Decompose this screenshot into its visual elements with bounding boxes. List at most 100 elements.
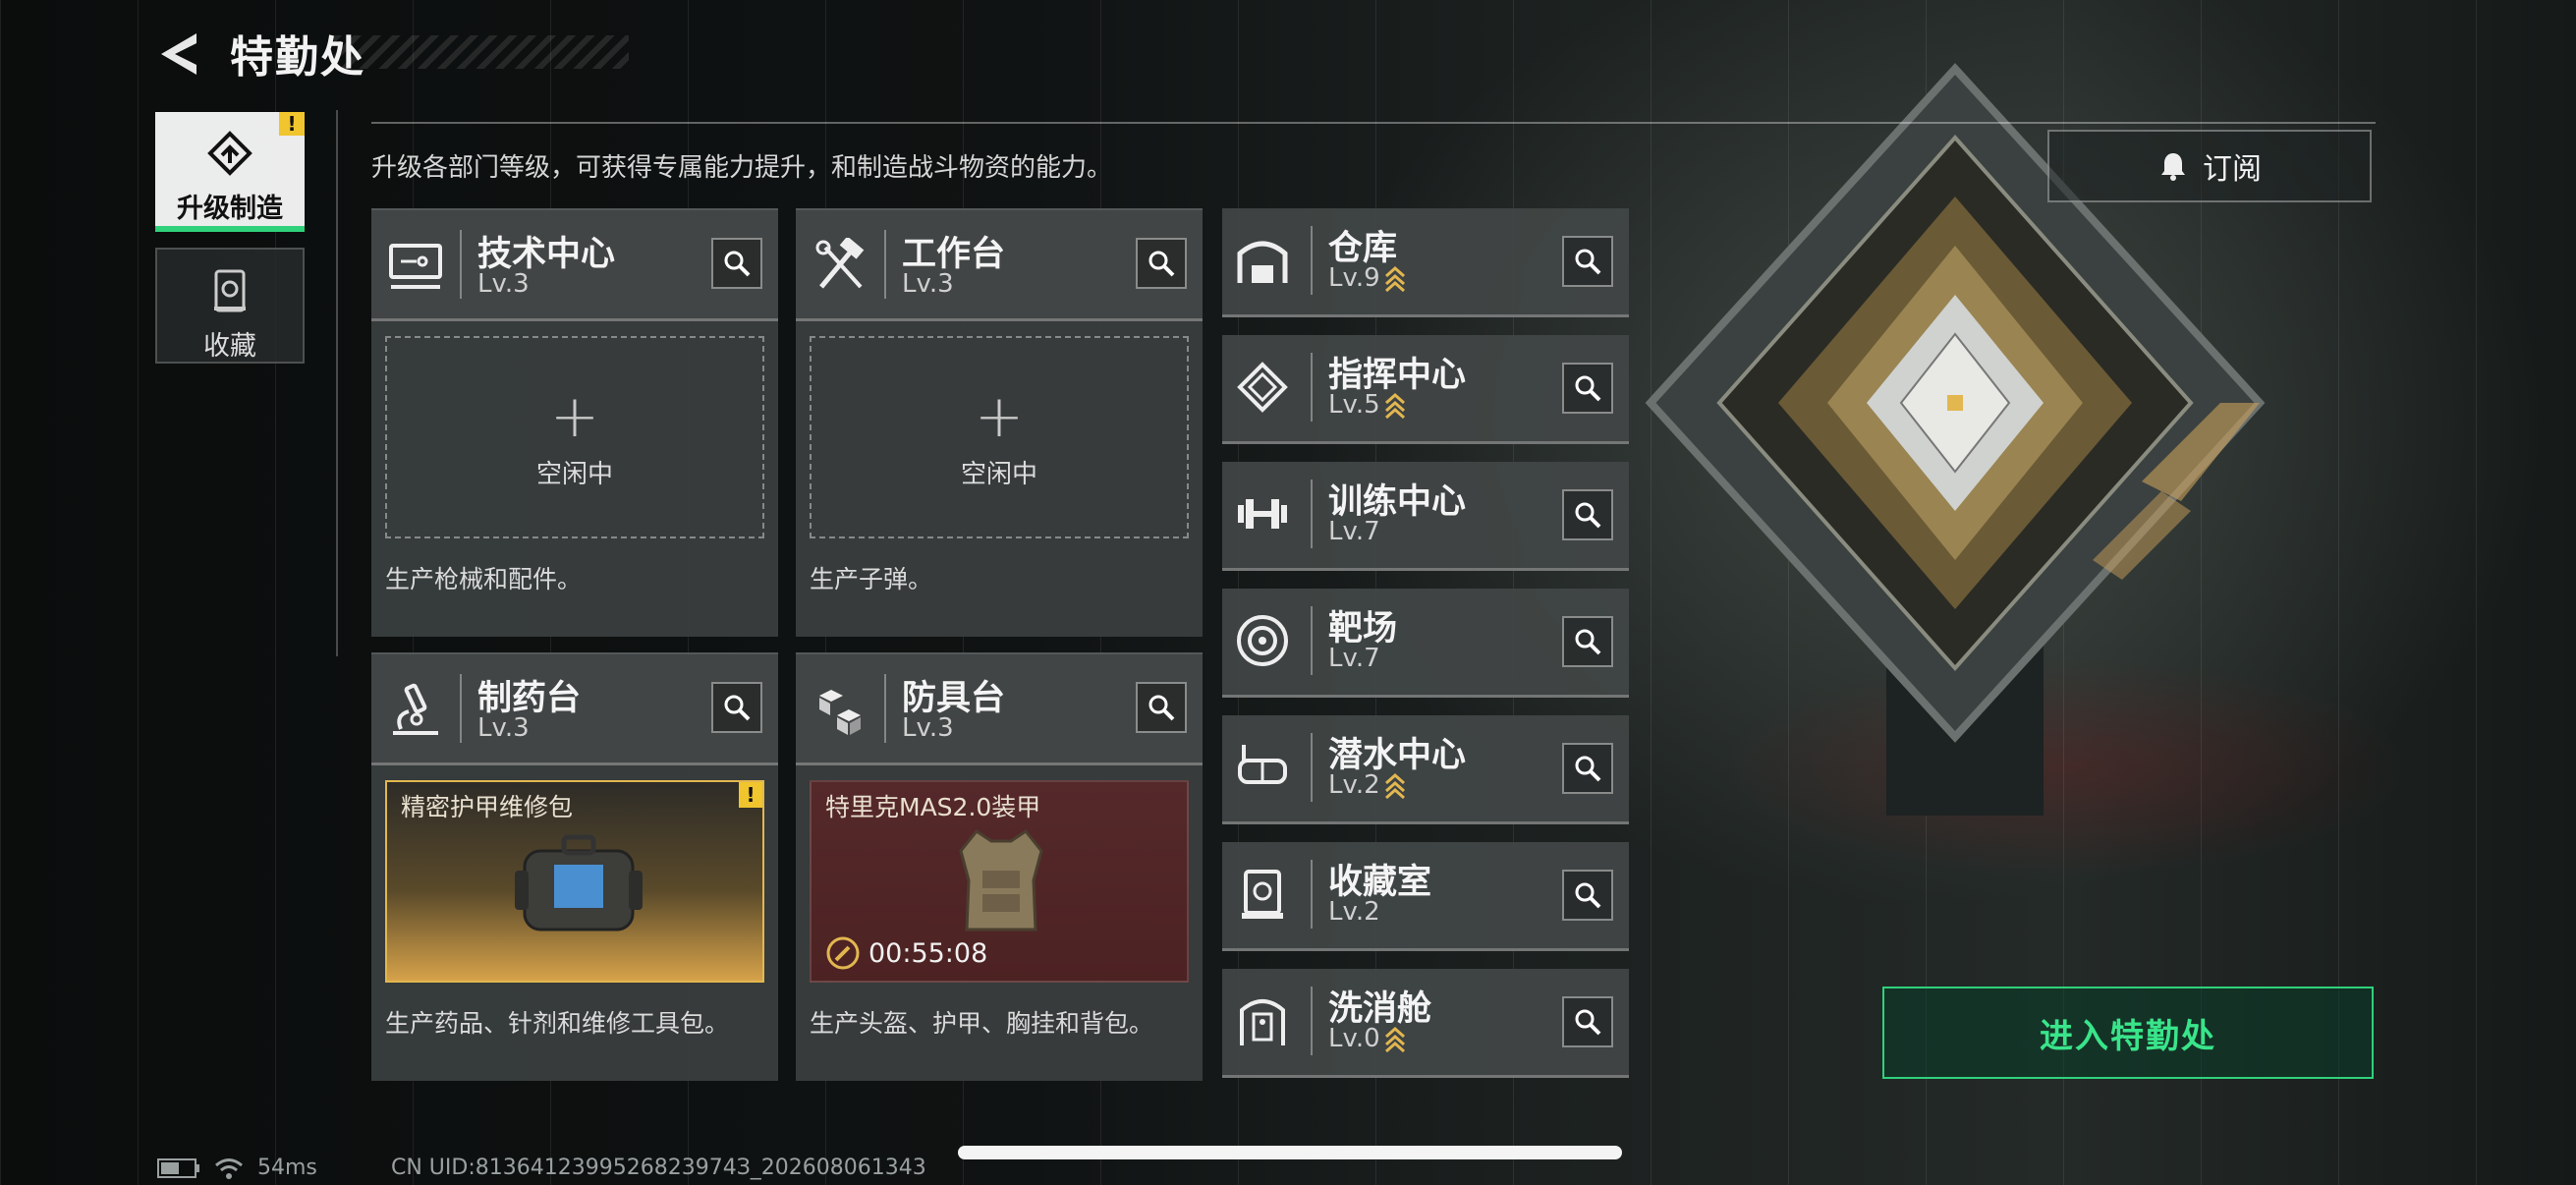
page-description: 升级各部门等级，可获得专属能力提升，和制造战斗物资的能力。 <box>371 153 1113 183</box>
separator <box>1311 606 1313 675</box>
station-workbench[interactable]: 工作台 Lv.3 + 空闲中 生产子弹。 <box>796 208 1203 637</box>
search-icon <box>1575 249 1601 275</box>
upgrade-arrow-icon <box>1384 772 1405 799</box>
level-text: Lv.5 <box>1328 390 1380 420</box>
search-button[interactable] <box>1562 870 1613 921</box>
search-button[interactable] <box>1562 236 1613 287</box>
slot-status: 空闲中 <box>960 460 1037 489</box>
department-shooting-range[interactable]: 靶场 Lv.7 <box>1222 589 1629 698</box>
target-icon <box>1237 615 1288 666</box>
level-text: Lv.9 <box>1328 263 1380 293</box>
department-level: Lv.5 <box>1328 390 1406 420</box>
item-name: 精密护甲维修包 <box>401 793 574 821</box>
network-status: 54ms <box>157 1156 317 1180</box>
slot-status: 空闲中 <box>535 460 613 489</box>
station-header: 技术中心 Lv.3 <box>371 210 778 321</box>
home-indicator[interactable] <box>958 1146 1622 1159</box>
station-level: Lv.3 <box>477 713 530 743</box>
timer-text: 00:55:08 <box>868 937 988 969</box>
station-description: 生产枪械和配件。 <box>385 565 583 593</box>
station-description: 生产药品、针剂和维修工具包。 <box>385 1009 730 1038</box>
title-decoration <box>334 35 629 69</box>
search-button[interactable] <box>1136 238 1187 289</box>
search-button[interactable] <box>1562 616 1613 667</box>
upgrade-icon <box>207 131 252 176</box>
wrench-timer-icon <box>826 936 860 970</box>
tab-label: 收藏 <box>203 331 256 362</box>
production-slot-item[interactable]: 特里克MAS2.0装甲 00:55:08 <box>810 780 1189 983</box>
search-icon <box>1575 756 1601 782</box>
warning-badge: ! <box>279 112 305 136</box>
station-header: 制药台 Lv.3 <box>371 654 778 765</box>
level-text: Lv.3 <box>477 713 530 743</box>
search-button[interactable] <box>1562 996 1613 1047</box>
search-icon <box>724 251 751 277</box>
department-command-center[interactable]: 指挥中心 Lv.5 <box>1222 335 1629 444</box>
plus-icon: + <box>974 382 1025 451</box>
search-icon <box>724 695 751 721</box>
ping-text: 54ms <box>257 1156 317 1180</box>
station-level: Lv.3 <box>477 269 530 299</box>
search-button[interactable] <box>1562 489 1613 540</box>
search-icon <box>1148 695 1175 721</box>
search-icon <box>1575 1009 1601 1036</box>
hammer-wrench-icon <box>815 238 865 289</box>
user-uid: CN UID:8136412399526823974З_202608061343 <box>391 1156 926 1180</box>
search-button[interactable] <box>1562 743 1613 794</box>
separator <box>884 674 886 743</box>
production-slot-empty[interactable]: + 空闲中 <box>810 336 1189 538</box>
production-slot-empty[interactable]: + 空闲中 <box>385 336 764 538</box>
command-center-icon <box>1237 362 1288 413</box>
station-pharmacy[interactable]: 制药台 Lv.3 ! 精密护甲维修包 生产药品、针剂和维修工具包。 <box>371 652 778 1081</box>
back-arrow-icon[interactable] <box>157 29 206 79</box>
microscope-icon <box>393 683 438 735</box>
level-text: Lv.7 <box>1328 517 1380 546</box>
tab-collection[interactable]: 收藏 <box>155 248 305 364</box>
dumbbell-icon <box>1238 499 1287 529</box>
station-description: 生产头盔、护甲、胸挂和背包。 <box>810 1009 1154 1038</box>
upgrade-arrow-icon <box>1384 392 1405 419</box>
department-decontamination[interactable]: 洗消舱 Lv.0 <box>1222 969 1629 1078</box>
station-tech-center[interactable]: 技术中心 Lv.3 + 空闲中 生产枪械和配件。 <box>371 208 778 637</box>
station-level: Lv.3 <box>902 269 954 299</box>
computer-icon <box>389 244 442 289</box>
production-slot-item[interactable]: ! 精密护甲维修包 <box>385 780 764 983</box>
station-level: Lv.3 <box>902 713 954 743</box>
department-level: Lv.2 <box>1328 770 1406 800</box>
tab-upgrade-craft[interactable]: ! 升级制造 <box>155 112 305 232</box>
separator <box>1311 226 1313 295</box>
search-button[interactable] <box>711 238 762 289</box>
department-collection-room[interactable]: 收藏室 Lv.2 <box>1222 842 1629 951</box>
subscribe-button[interactable]: 订阅 <box>2047 130 2372 202</box>
level-text: Lv.2 <box>1328 897 1380 927</box>
body-armor-icon <box>959 828 1043 931</box>
search-icon <box>1575 882 1601 909</box>
sidebar-divider <box>336 110 338 656</box>
wifi-icon <box>215 1157 243 1179</box>
search-button[interactable] <box>711 682 762 733</box>
decontamination-icon <box>1240 999 1285 1045</box>
station-header: 防具台 Lv.3 <box>796 654 1203 765</box>
station-description: 生产子弹。 <box>810 565 933 593</box>
diving-mask-icon <box>1238 745 1287 784</box>
separator <box>884 230 886 299</box>
search-icon <box>1575 502 1601 529</box>
plus-icon: + <box>549 382 600 451</box>
station-armor[interactable]: 防具台 Lv.3 特里克MAS2.0装甲 00:55:08 生产头盔、护甲、胸挂… <box>796 652 1203 1081</box>
department-diving-center[interactable]: 潜水中心 Lv.2 <box>1222 715 1629 824</box>
department-warehouse[interactable]: 仓库 Lv.9 <box>1222 208 1629 317</box>
station-header: 工作台 Lv.3 <box>796 210 1203 321</box>
department-level: Lv.7 <box>1328 517 1380 546</box>
search-icon <box>1148 251 1175 277</box>
collection-room-icon <box>1242 870 1283 919</box>
warning-badge: ! <box>739 782 762 808</box>
department-training-center[interactable]: 训练中心 Lv.7 <box>1222 462 1629 571</box>
search-button[interactable] <box>1562 363 1613 414</box>
separator <box>460 674 462 743</box>
armor-blocks-icon <box>819 690 861 735</box>
enter-special-ops-button[interactable]: 进入特勤处 <box>1882 987 2374 1079</box>
search-button[interactable] <box>1136 682 1187 733</box>
upgrade-arrow-icon <box>1384 265 1405 292</box>
level-text: Lv.3 <box>902 713 954 743</box>
collection-icon <box>214 269 246 312</box>
